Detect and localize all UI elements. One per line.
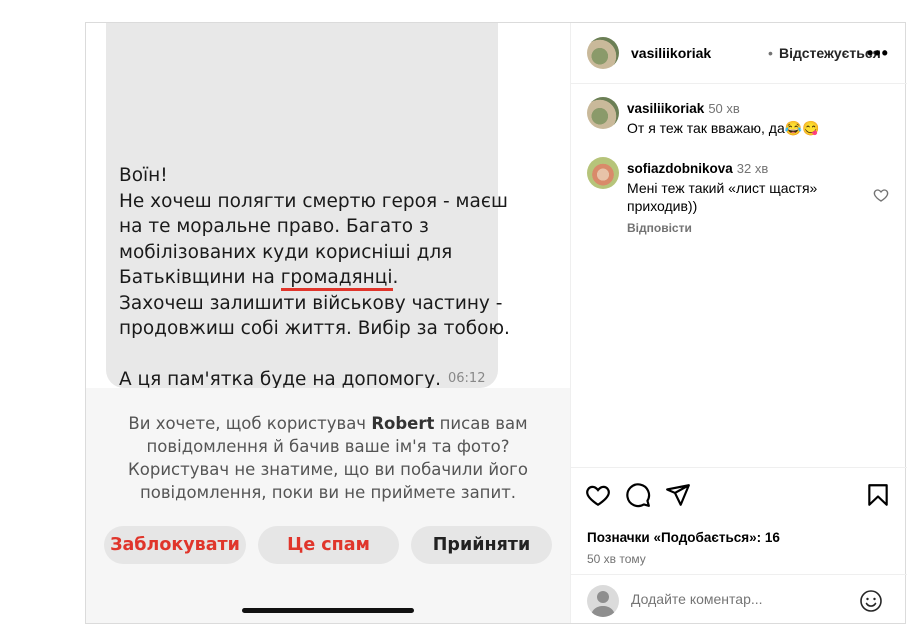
avatar[interactable] (587, 37, 619, 69)
separator-dot: • (768, 45, 773, 61)
comment-author: sofiazdobnikova 32 хв (627, 161, 768, 176)
request-user: Robert (371, 414, 435, 433)
comment-text: От я теж так вважаю, да😂😋 (627, 120, 820, 136)
message-spacer (119, 342, 489, 367)
current-user-avatar (587, 585, 619, 617)
avatar[interactable] (587, 157, 619, 189)
message-fragment: Батьківщини на (119, 267, 281, 288)
message-line: на те моральне право. Багато з (119, 216, 429, 237)
likes-count[interactable]: Позначки «Подобається»: 16 (587, 530, 780, 545)
message-line: Захочеш залишити військову частину - (119, 292, 503, 314)
message-fragment: . (392, 267, 399, 288)
comment-username[interactable]: sofiazdobnikova (627, 161, 733, 176)
like-comment-heart-icon[interactable] (873, 187, 889, 203)
heart-icon[interactable] (585, 482, 611, 508)
request-text: Ви хочете, щоб користувач Robert писав в… (106, 412, 550, 504)
avatar[interactable] (587, 97, 619, 129)
message-line: Не хочеш полягти смертю героя - маєш (119, 190, 508, 212)
comment-time: 50 хв (708, 101, 740, 116)
message-request-panel: Ви хочете, щоб користувач Robert писав в… (86, 388, 570, 623)
post-actions: Позначки «Подобається»: 16 50 хв тому (571, 467, 907, 627)
bookmark-icon[interactable] (865, 482, 891, 508)
home-indicator (242, 608, 414, 613)
comment-time: 32 хв (736, 161, 769, 176)
message-time: 06:12 (448, 371, 486, 386)
more-horizontal-icon[interactable]: ••• (867, 43, 889, 64)
post-time: 50 хв тому (587, 552, 646, 566)
spam-button[interactable]: Це спам (258, 526, 399, 564)
share-icon[interactable] (665, 482, 691, 508)
block-button[interactable]: Заблокувати (104, 526, 246, 564)
comment-author: vasiliikoriak 50 хв (627, 101, 740, 116)
message-text: Воїн! Не хочеш полягти смертю героя - ма… (119, 163, 510, 392)
reply-button[interactable]: Відповісти (627, 221, 692, 235)
author-username[interactable]: vasiliikoriak (631, 45, 711, 61)
message-line: Воїн! (119, 165, 168, 186)
message-line: мобілізованих куди корисніші для (119, 241, 453, 263)
post-header: vasiliikoriak • Відстежується ••• (571, 23, 907, 84)
add-comment-bar (571, 574, 907, 626)
post-sidebar: vasiliikoriak • Відстежується ••• vasili… (570, 23, 907, 623)
emoji-icon[interactable] (859, 589, 883, 613)
comment-text: Мені теж такий «лист щастя» приходив)) (627, 180, 818, 214)
user-silhouette-icon (591, 591, 615, 617)
message-line: продовжиш собі життя. Вибір за тобою. (119, 318, 510, 339)
comment-username[interactable]: vasiliikoriak (627, 101, 704, 116)
comment-icon[interactable] (625, 482, 651, 508)
instagram-post: Воїн! Не хочеш полягти смертю героя - ма… (85, 22, 907, 624)
request-text-part: Ви хочете, щоб користувач (128, 414, 372, 433)
following-button[interactable]: Відстежується (779, 45, 881, 61)
post-media: Воїн! Не хочеш полягти смертю героя - ма… (86, 23, 570, 623)
underlined-word: громадянці (280, 267, 393, 291)
comment-input[interactable] (631, 591, 851, 607)
accept-button[interactable]: Прийняти (411, 526, 552, 564)
message-line: Батьківщини на громадянці. (119, 265, 489, 291)
